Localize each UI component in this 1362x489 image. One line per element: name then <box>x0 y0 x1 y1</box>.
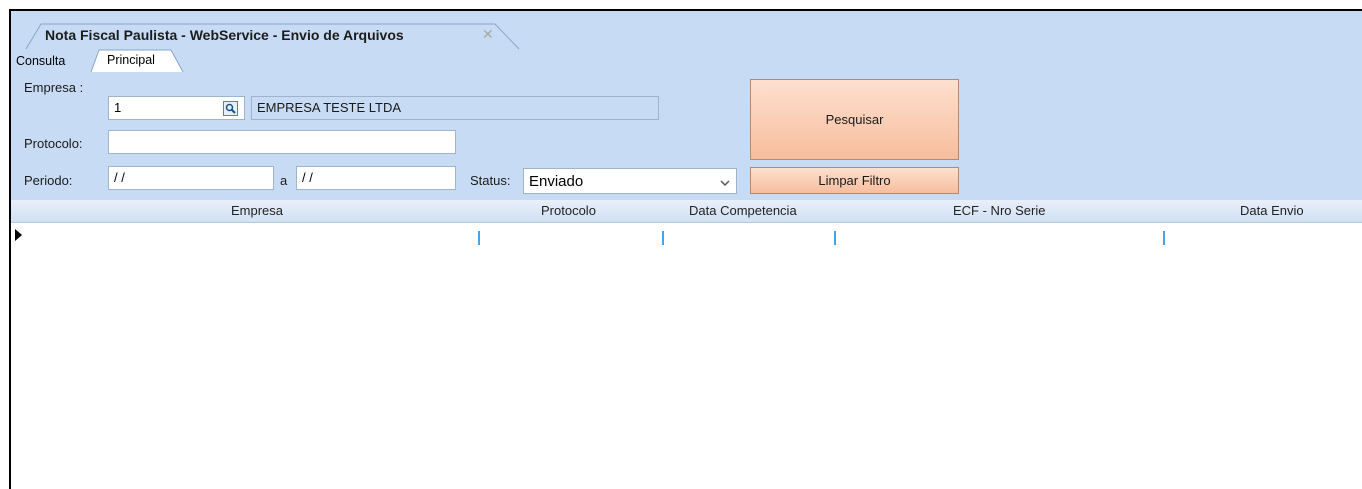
grid-body[interactable] <box>11 223 1362 489</box>
title-area: Nota Fiscal Paulista - WebService - Envi… <box>11 11 1362 73</box>
protocolo-field[interactable] <box>108 130 456 154</box>
magnifier-icon[interactable] <box>223 101 238 116</box>
status-select[interactable]: Enviado <box>523 168 737 194</box>
column-header-ecf-nro-serie[interactable]: ECF - Nro Serie <box>953 203 1045 218</box>
grid-header: Empresa Protocolo Data Competencia ECF -… <box>11 200 1362 223</box>
empresa-code-value: 1 <box>114 100 122 115</box>
row-indicator-icon <box>15 229 22 241</box>
column-header-data-envio[interactable]: Data Envio <box>1240 203 1304 218</box>
filter-panel: Empresa : 1 EMPRESA TESTE LTDA Protocolo… <box>11 73 1362 200</box>
tab-strip: Consulta Principal <box>11 49 411 73</box>
column-separator[interactable] <box>834 231 836 245</box>
tab-consulta[interactable]: Consulta <box>12 49 70 73</box>
protocolo-label: Protocolo: <box>24 136 83 151</box>
tab-principal[interactable]: Principal <box>103 49 159 72</box>
periodo-label: Periodo: <box>24 173 73 188</box>
document-tab[interactable]: Nota Fiscal Paulista - WebService - Envi… <box>25 23 520 50</box>
empresa-label: Empresa : <box>24 80 84 95</box>
periodo-from-field[interactable]: / / <box>108 166 274 190</box>
column-separator[interactable] <box>662 231 664 245</box>
search-button[interactable]: Pesquisar <box>750 79 959 160</box>
clear-filter-button[interactable]: Limpar Filtro <box>750 167 959 194</box>
close-icon[interactable]: ✕ <box>482 26 494 43</box>
column-separator[interactable] <box>478 231 480 245</box>
empresa-name-field: EMPRESA TESTE LTDA <box>251 96 659 120</box>
periodo-separator: a <box>280 173 288 188</box>
status-label: Status: <box>470 173 511 188</box>
column-header-protocolo[interactable]: Protocolo <box>541 203 596 218</box>
periodo-to-field[interactable]: / / <box>296 166 456 190</box>
empresa-code-field[interactable]: 1 <box>108 96 245 120</box>
status-value: Enviado <box>529 173 584 190</box>
chevron-down-icon[interactable] <box>720 173 730 193</box>
document-tab-title: Nota Fiscal Paulista - WebService - Envi… <box>45 27 404 43</box>
app-window: Nota Fiscal Paulista - WebService - Envi… <box>9 9 1362 489</box>
column-separator[interactable] <box>1163 231 1165 245</box>
column-header-data-competencia[interactable]: Data Competencia <box>689 203 797 218</box>
column-header-empresa[interactable]: Empresa <box>231 203 283 218</box>
